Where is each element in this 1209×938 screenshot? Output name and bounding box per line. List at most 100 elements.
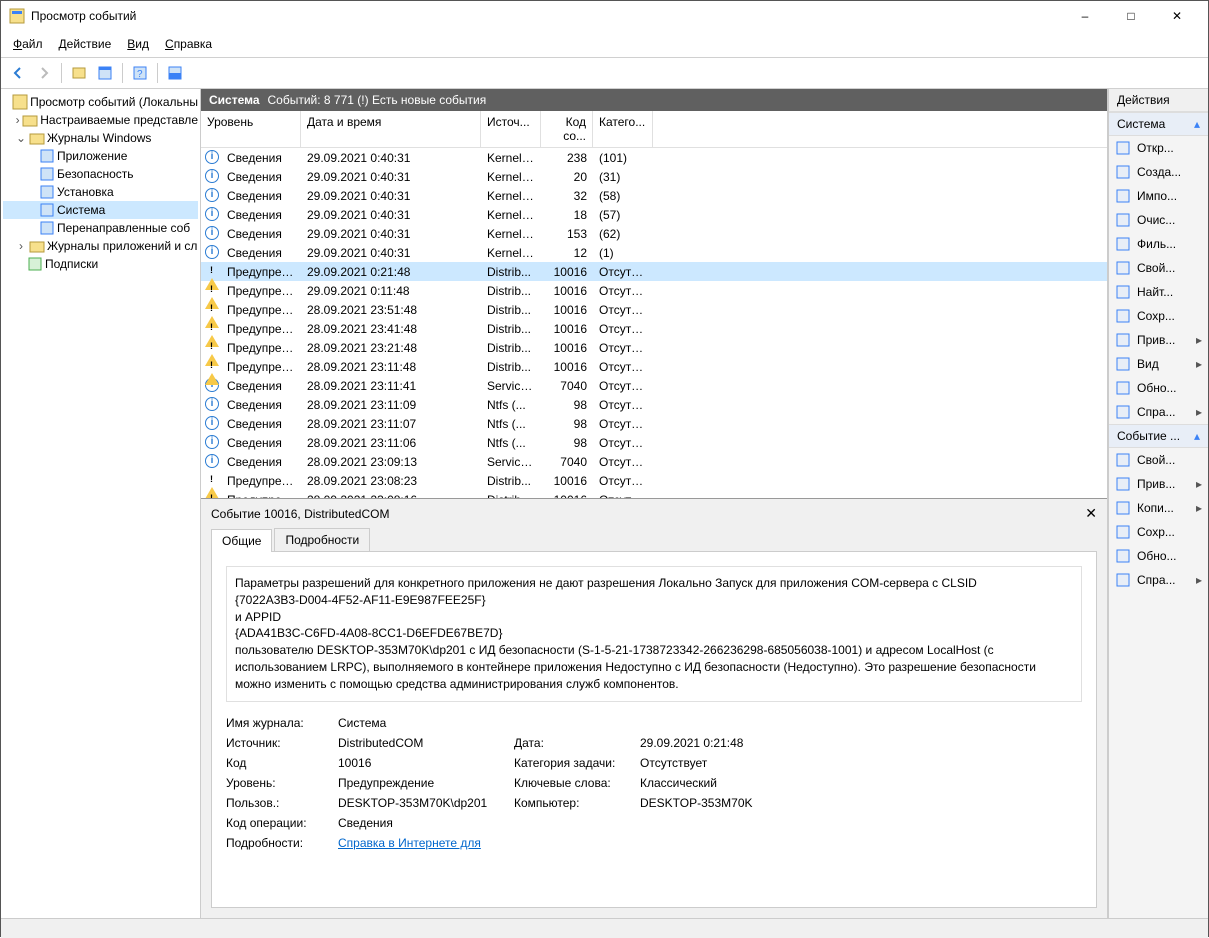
tree-application[interactable]: Приложение [3,147,198,165]
action-item[interactable]: Копи...▸ [1109,496,1208,520]
cell-level: Предупреж... [221,265,301,279]
event-row[interactable]: Предупреж...29.09.2021 0:21:48Distrib...… [201,262,1107,281]
action-item[interactable]: Свой... [1109,448,1208,472]
warning-icon [205,283,221,299]
tab-details[interactable]: Подробности [274,528,370,551]
event-row[interactable]: Предупреж...28.09.2021 23:08:23Distrib..… [201,471,1107,490]
warning-icon [205,302,221,318]
detail-tabs: Общие Подробности [201,528,1107,551]
tab-general[interactable]: Общие [211,529,272,552]
event-properties: Имя журнала: Система Источник: Distribut… [226,716,1082,850]
action-item[interactable]: Свой... [1109,256,1208,280]
col-level[interactable]: Уровень [201,111,301,147]
tree-app-logs[interactable]: ›Журналы приложений и сл [3,237,198,255]
forward-button[interactable] [33,62,55,84]
prop-computer-label: Компьютер: [514,796,624,810]
action-item[interactable]: Обно... [1109,376,1208,400]
back-button[interactable] [7,62,29,84]
tree-security[interactable]: Безопасность [3,165,198,183]
event-row[interactable]: iСведения28.09.2021 23:11:41Service...70… [201,376,1107,395]
menu-action[interactable]: Действие [53,35,118,53]
tree-label: Настраиваемые представле [40,113,198,127]
separator [122,63,123,83]
action-item[interactable]: Спра...▸ [1109,400,1208,424]
tree-forwarded[interactable]: Перенаправленные соб [3,219,198,237]
action-label: Копи... [1137,501,1174,515]
event-row[interactable]: iСведения28.09.2021 23:09:13Service...70… [201,452,1107,471]
action-label: Вид [1137,357,1159,371]
event-row[interactable]: Предупреж...28.09.2021 23:21:48Distrib..… [201,338,1107,357]
event-row[interactable]: iСведения29.09.2021 0:40:31Kernel-...32(… [201,186,1107,205]
tree-hscroll[interactable] [1,899,198,917]
detail-panel: Событие 10016, DistributedCOM ✕ Общие По… [201,499,1107,918]
action-item[interactable]: Обно... [1109,544,1208,568]
detail-pane-button[interactable] [164,62,186,84]
event-row[interactable]: iСведения28.09.2021 23:11:07Ntfs (...98О… [201,414,1107,433]
event-row[interactable]: iСведения29.09.2021 0:40:31Kernel-...12(… [201,243,1107,262]
menu-file[interactable]: Файл [7,35,49,53]
event-row[interactable]: Предупреж...28.09.2021 23:08:16Distrib..… [201,490,1107,499]
maximize-button[interactable]: □ [1108,1,1154,31]
event-list[interactable]: Уровень Дата и время Источ... Код со... … [201,111,1107,499]
event-description: Параметры разрешений для конкретного при… [226,566,1082,702]
cell-source: Ntfs (... [481,417,541,431]
action-item[interactable]: Вид▸ [1109,352,1208,376]
col-source[interactable]: Источ... [481,111,541,147]
col-date[interactable]: Дата и время [301,111,481,147]
separator [61,63,62,83]
col-category[interactable]: Катего... [593,111,653,147]
action-item[interactable]: Найт... [1109,280,1208,304]
cell-date: 28.09.2021 23:11:06 [301,436,481,450]
detail-body: Параметры разрешений для конкретного при… [211,551,1097,908]
event-row[interactable]: Предупреж...28.09.2021 23:51:48Distrib..… [201,300,1107,319]
prop-more-link[interactable]: Справка в Интернете для [338,836,498,850]
tree-custom-views[interactable]: ›Настраиваемые представле [3,111,198,129]
action-item[interactable]: Сохр... [1109,304,1208,328]
menu-view[interactable]: Вид [121,35,155,53]
action-item[interactable]: Очис... [1109,208,1208,232]
action-item[interactable]: Прив...▸ [1109,472,1208,496]
prop-source-value: DistributedCOM [338,736,498,750]
column-headers[interactable]: Уровень Дата и время Источ... Код со... … [201,111,1107,148]
event-row[interactable]: iСведения29.09.2021 0:40:31Kernel-...238… [201,148,1107,167]
event-row[interactable]: Предупреж...28.09.2021 23:41:48Distrib..… [201,319,1107,338]
event-row[interactable]: Предупреж...29.09.2021 0:11:48Distrib...… [201,281,1107,300]
detail-close-button[interactable]: ✕ [1085,505,1097,522]
action-item[interactable]: Импо... [1109,184,1208,208]
event-row[interactable]: iСведения29.09.2021 0:40:31Kernel-...20(… [201,167,1107,186]
event-row[interactable]: Предупреж...28.09.2021 23:11:48Distrib..… [201,357,1107,376]
event-row[interactable]: iСведения29.09.2021 0:40:31Kernel-...18(… [201,205,1107,224]
action-item[interactable]: Спра...▸ [1109,568,1208,592]
help-button[interactable]: ? [129,62,151,84]
properties-button[interactable] [94,62,116,84]
event-row[interactable]: iСведения29.09.2021 0:40:31Kernel-...153… [201,224,1107,243]
cell-code: 10016 [541,322,593,336]
tree-subscriptions[interactable]: Подписки [3,255,198,273]
event-row[interactable]: iСведения28.09.2021 23:11:09Ntfs (...98О… [201,395,1107,414]
action-item[interactable]: Откр... [1109,136,1208,160]
col-code[interactable]: Код со... [541,111,593,147]
action-item[interactable]: Филь... [1109,232,1208,256]
tree-setup[interactable]: Установка [3,183,198,201]
show-hide-tree-button[interactable] [68,62,90,84]
action-label: Импо... [1137,189,1177,203]
action-label: Прив... [1137,333,1175,347]
tree-root[interactable]: Просмотр событий (Локальны [3,93,198,111]
tree-system[interactable]: Система [3,201,198,219]
menu-help[interactable]: Справка [159,35,218,53]
action-item[interactable]: Сохр... [1109,520,1208,544]
info-icon: i [205,454,221,470]
event-row[interactable]: iСведения28.09.2021 23:11:06Ntfs (...98О… [201,433,1107,452]
action-item[interactable]: Прив...▸ [1109,328,1208,352]
actions-section-system[interactable]: Система▴ [1109,112,1208,136]
tree-windows-logs[interactable]: ⌄Журналы Windows [3,129,198,147]
action-item[interactable]: Созда... [1109,160,1208,184]
close-button[interactable]: ✕ [1154,1,1200,31]
cell-date: 29.09.2021 0:40:31 [301,170,481,184]
cell-source: Distrib... [481,474,541,488]
cell-category: Отсутс... [593,341,653,355]
prop-more-label: Подробности: [226,836,322,850]
minimize-button[interactable]: – [1062,1,1108,31]
cell-date: 28.09.2021 23:51:48 [301,303,481,317]
actions-section-event[interactable]: Событие ...▴ [1109,424,1208,448]
